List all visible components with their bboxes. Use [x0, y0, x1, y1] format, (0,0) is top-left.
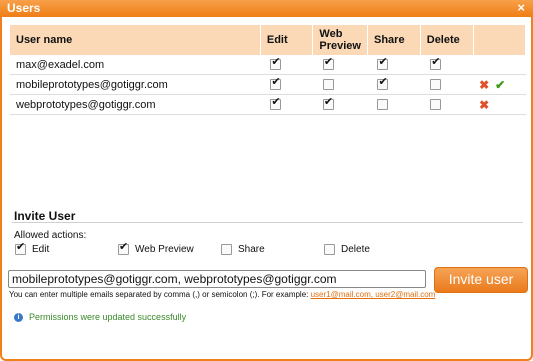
delete-permission-checkbox[interactable] — [430, 79, 442, 91]
info-icon: i — [14, 313, 23, 323]
edit-permission-checkbox[interactable] — [270, 96, 282, 111]
permission-web-preview-label: Web Preview — [135, 244, 194, 256]
divider — [12, 222, 523, 223]
table-row: webprototypes@gotiggr.com ✖ — [10, 94, 526, 115]
col-header-username: User name — [10, 25, 261, 55]
permission-share[interactable]: Share — [221, 244, 265, 255]
user-email: webprototypes@gotiggr.com — [10, 94, 261, 115]
cell-web-preview — [312, 74, 368, 95]
email-hint-example: user1@mail.com, user2@mail.com — [310, 290, 436, 299]
permission-edit-label: Edit — [32, 244, 50, 256]
dialog-title: Users — [7, 1, 41, 15]
share-permission-checkbox[interactable] — [377, 99, 389, 111]
edit-permission-checkbox[interactable] — [270, 56, 282, 71]
email-hint: You can enter multiple emails separated … — [9, 290, 435, 299]
share-permission-checkbox[interactable] — [377, 56, 389, 71]
edit-permission-checkbox[interactable] — [270, 76, 282, 91]
col-header-web-preview: Web Preview — [312, 25, 368, 55]
users-table: User name Edit Web Preview Share Delete … — [10, 25, 527, 115]
share-checkbox[interactable] — [221, 244, 232, 255]
delete-checkbox[interactable] — [324, 244, 335, 255]
invite-user-title: Invite User — [14, 209, 76, 223]
cell-share — [367, 94, 421, 115]
delete-permission-checkbox[interactable] — [430, 99, 442, 111]
users-dialog: Users × User name Edit Web Preview Share… — [0, 0, 533, 361]
web-preview-permission-checkbox[interactable] — [322, 96, 334, 111]
cell-web-preview — [312, 55, 368, 75]
status-text: Permissions were updated successfully — [29, 312, 187, 322]
confirm-icon[interactable]: ✔ — [495, 78, 505, 92]
user-email: mobileprototypes@gotiggr.com — [10, 74, 261, 95]
table-header-row: User name Edit Web Preview Share Delete — [10, 25, 527, 55]
col-header-share: Share — [367, 25, 421, 55]
user-email: max@exadel.com — [10, 55, 261, 75]
permission-edit[interactable]: Edit — [15, 241, 50, 256]
table-row: max@exadel.com — [10, 55, 526, 75]
permission-delete[interactable]: Delete — [324, 244, 370, 255]
web-preview-checkbox[interactable] — [118, 241, 129, 255]
status-message: i Permissions were updated successfully — [14, 312, 187, 323]
cell-edit — [260, 94, 313, 115]
invite-user-button[interactable]: Invite user — [434, 267, 528, 293]
web-preview-permission-checkbox[interactable] — [322, 56, 334, 71]
email-hint-text: You can enter multiple emails separated … — [9, 290, 311, 299]
permission-web-preview[interactable]: Web Preview — [118, 241, 194, 256]
row-actions — [473, 55, 526, 75]
permission-delete-label: Delete — [341, 244, 370, 256]
cell-share — [367, 74, 421, 95]
remove-icon[interactable]: ✖ — [479, 98, 489, 112]
allowed-actions-label: Allowed actions: — [14, 230, 87, 241]
share-permission-checkbox[interactable] — [377, 76, 389, 91]
edit-checkbox[interactable] — [15, 241, 26, 255]
delete-permission-checkbox[interactable] — [430, 56, 442, 71]
row-actions: ✖ ✔ — [473, 74, 526, 95]
table-row: mobileprototypes@gotiggr.com✖✔ — [10, 74, 526, 95]
cell-web-preview — [312, 94, 368, 115]
col-header-delete: Delete — [420, 25, 474, 55]
invite-email-input[interactable] — [8, 270, 426, 288]
cell-delete — [420, 55, 474, 75]
remove-icon[interactable]: ✖ — [479, 78, 489, 92]
permission-share-label: Share — [238, 244, 265, 256]
row-actions: ✖ — [473, 94, 526, 115]
cell-share — [367, 55, 421, 75]
close-icon[interactable]: × — [517, 0, 525, 16]
title-bar: Users × — [0, 0, 533, 17]
cell-edit — [260, 55, 313, 75]
cell-delete — [420, 94, 474, 115]
col-header-actions — [473, 25, 527, 55]
cell-edit — [260, 74, 313, 95]
cell-delete — [420, 74, 474, 95]
web-preview-permission-checkbox[interactable] — [322, 79, 334, 91]
col-header-edit: Edit — [260, 25, 314, 55]
